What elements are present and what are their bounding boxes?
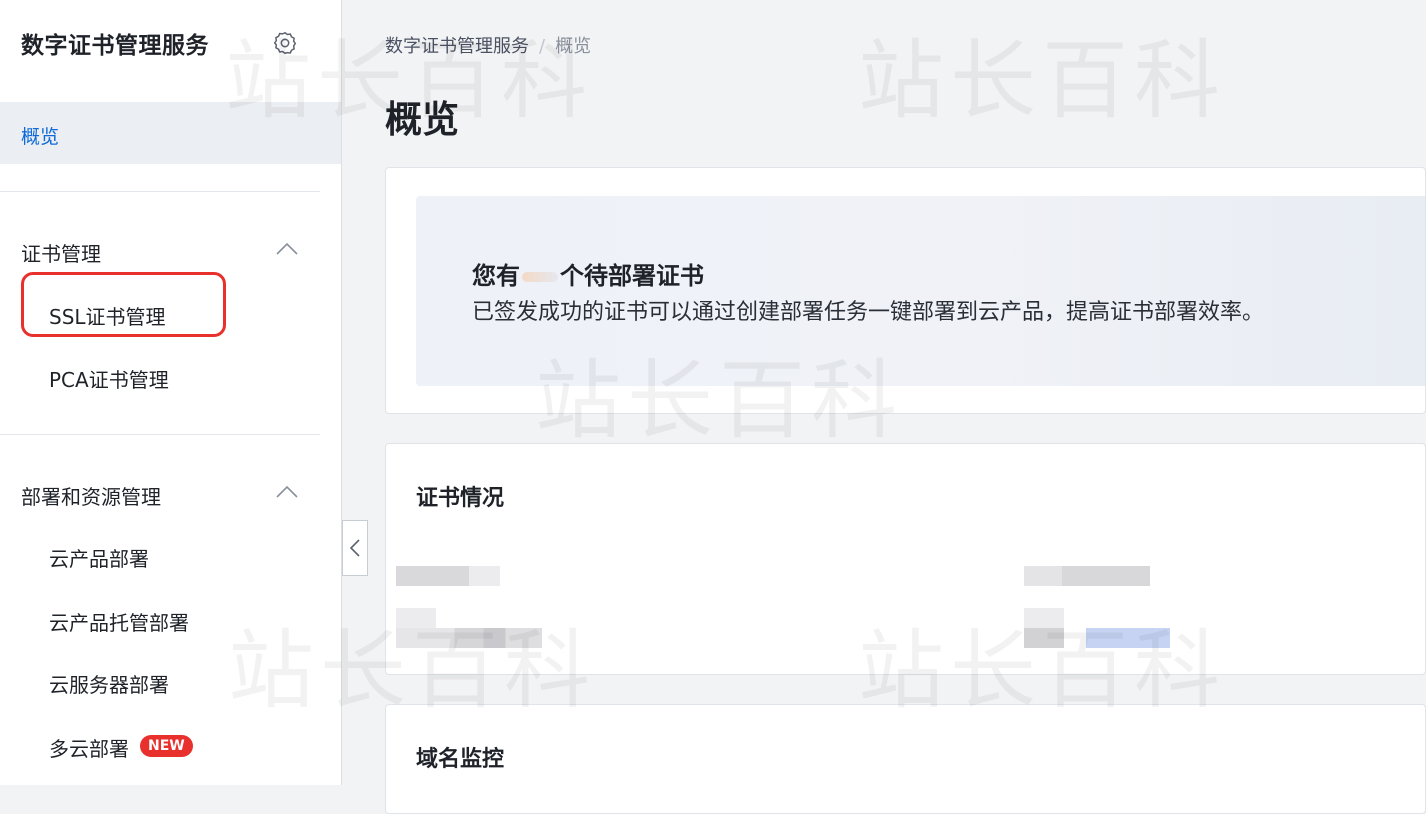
domain-monitor-card: 域名监控 — [385, 704, 1426, 814]
sidebar-item-multi-cloud-deploy[interactable]: 多云部署 NEW — [0, 721, 341, 769]
sidebar-item-cloud-product-deploy[interactable]: 云产品部署 — [0, 531, 341, 579]
sidebar-item-label: PCA证书管理 — [49, 368, 169, 392]
breadcrumb-current: 概览 — [555, 36, 592, 57]
redacted-stat-link — [1086, 628, 1170, 648]
sidebar-item-cloud-server-deploy[interactable]: 云服务器部署 — [0, 657, 341, 705]
breadcrumb-separator: / — [539, 36, 546, 57]
breadcrumb: 数字证书管理服务 / 概览 — [385, 32, 591, 58]
sidebar-title: 数字证书管理服务 — [21, 33, 209, 59]
banner-description: 已签发成功的证书可以通过创建部署任务一键部署到云产品，提高证书部署效率。 — [472, 300, 1265, 325]
sidebar-divider — [0, 191, 320, 192]
main-content: 数字证书管理服务 / 概览 概览 您有 个待部署证书 已签发成功的证书可以通过创建部署… — [342, 0, 1426, 814]
sidebar-item-label: 概览 — [21, 126, 60, 148]
redacted-stat-value — [396, 608, 436, 628]
breadcrumb-root-link[interactable]: 数字证书管理服务 — [385, 36, 529, 57]
redacted-count — [522, 272, 558, 282]
sidebar-item-overview[interactable]: 概览 — [0, 102, 341, 164]
page-title: 概览 — [385, 98, 459, 141]
redacted-stat-label — [1024, 566, 1150, 586]
gear-icon[interactable] — [272, 30, 298, 56]
pending-deploy-banner: 您有 个待部署证书 已签发成功的证书可以通过创建部署任务一键部署到云产品，提高证书… — [416, 196, 1425, 386]
banner-title: 您有 个待部署证书 — [472, 256, 704, 291]
sidebar-item-label: 云产品部署 — [49, 547, 149, 571]
sidebar-group-cert-management[interactable]: 证书管理 — [0, 226, 341, 274]
banner-title-suffix: 个待部署证书 — [560, 262, 704, 290]
sidebar-item-label: 多云部署 — [49, 737, 129, 761]
sidebar-item-cloud-product-hosted-deploy[interactable]: 云产品托管部署 — [0, 595, 341, 643]
highlight-annotation — [21, 272, 226, 337]
sidebar-item-label: 云服务器部署 — [49, 673, 169, 697]
sidebar-item-pca-cert-management[interactable]: PCA证书管理 — [0, 352, 341, 400]
group-label: 部署和资源管理 — [21, 485, 161, 509]
chevron-up-icon — [276, 242, 298, 255]
redacted-stat-label — [396, 566, 500, 586]
sidebar-group-deploy-resource-management[interactable]: 部署和资源管理 — [0, 469, 341, 517]
sidebar-item-label: 云产品托管部署 — [49, 611, 189, 635]
chevron-up-icon — [276, 485, 298, 498]
banner-title-prefix: 您有 — [472, 262, 520, 290]
sidebar-divider — [0, 434, 320, 435]
group-label: 证书管理 — [21, 242, 101, 266]
redacted-stat-value — [1024, 608, 1064, 648]
new-badge: NEW — [140, 735, 193, 757]
cert-status-title: 证书情况 — [416, 486, 505, 511]
sidebar: 数字证书管理服务 概览 证书管理 SSL证书管理 PCA证书管理 部署和资源管理… — [0, 0, 342, 785]
domain-monitor-title: 域名监控 — [416, 747, 505, 772]
cert-status-card: 证书情况 — [385, 443, 1426, 675]
redacted-stat-value — [396, 628, 542, 648]
pending-deploy-card: 您有 个待部署证书 已签发成功的证书可以通过创建部署任务一键部署到云产品，提高证书… — [385, 167, 1426, 414]
